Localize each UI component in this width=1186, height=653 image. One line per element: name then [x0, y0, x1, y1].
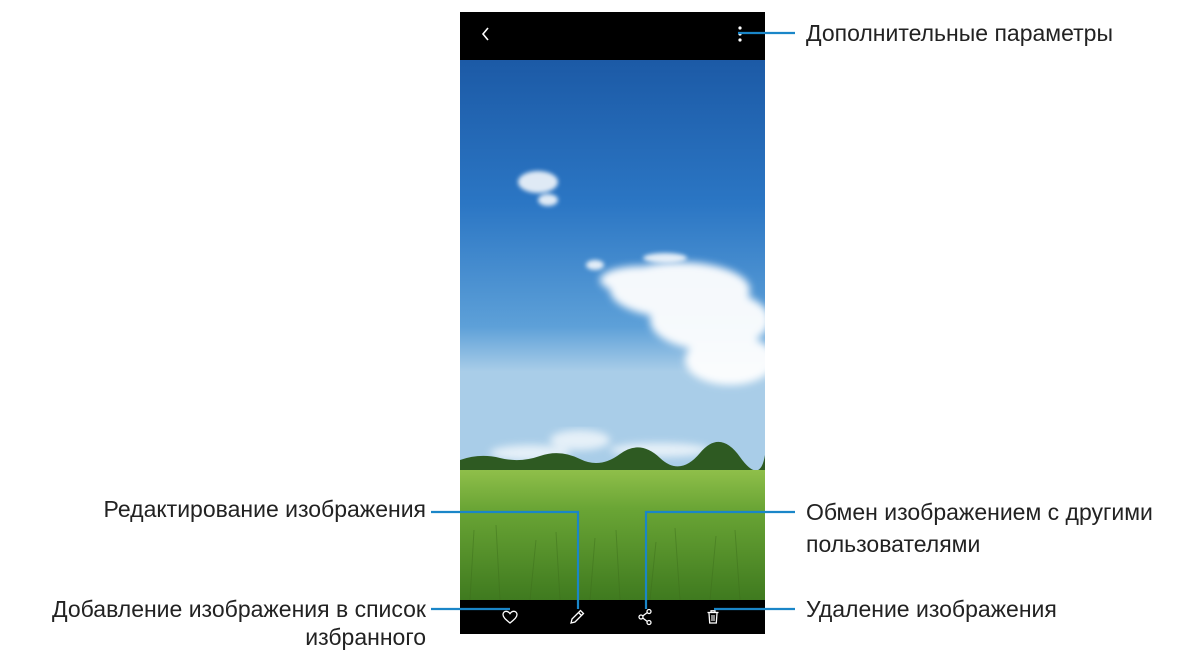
phone-screen — [460, 12, 765, 634]
label-favorite-line1: Добавление изображения в список — [52, 596, 426, 622]
more-options-icon — [738, 26, 742, 42]
heart-icon — [502, 610, 518, 624]
back-button[interactable] — [474, 22, 498, 46]
top-bar — [460, 12, 765, 60]
edit-button[interactable] — [565, 605, 589, 629]
favorite-button[interactable] — [498, 605, 522, 629]
label-edit-image: Редактирование изображения — [103, 496, 426, 522]
delete-button[interactable] — [701, 605, 725, 629]
label-share-line2: пользователями — [806, 531, 981, 557]
label-favorite-line2: избранного — [305, 624, 426, 650]
label-delete-image: Удаление изображения — [806, 596, 1057, 622]
label-share-line1: Обмен изображением с другими — [806, 499, 1153, 525]
share-icon — [638, 608, 652, 626]
bottom-toolbar — [460, 600, 765, 634]
share-button[interactable] — [633, 605, 657, 629]
trash-icon — [707, 610, 719, 624]
photo-image — [460, 60, 765, 600]
back-icon — [481, 27, 489, 41]
pencil-icon — [570, 609, 585, 624]
label-more-options: Дополнительные параметры — [806, 20, 1113, 46]
more-options-button[interactable] — [728, 22, 752, 46]
